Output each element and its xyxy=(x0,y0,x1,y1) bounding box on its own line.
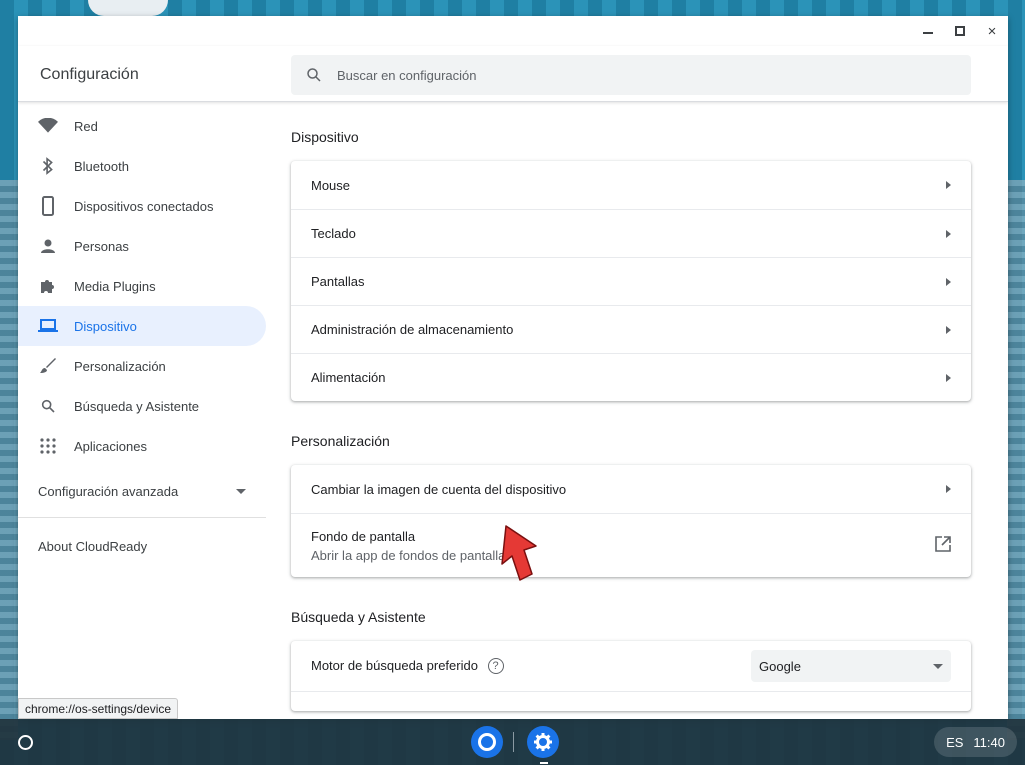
device-row-storage[interactable]: Administración de almacenamiento xyxy=(291,305,971,353)
maximize-icon xyxy=(955,26,965,36)
settings-main: Dispositivo Mouse Teclado Pantallas Admi… xyxy=(291,103,971,719)
search-input[interactable] xyxy=(337,67,937,83)
settings-header: Configuración xyxy=(18,46,1008,102)
sidebar-item-personalization[interactable]: Personalización xyxy=(18,346,266,386)
device-row-keyboard[interactable]: Teclado xyxy=(291,209,971,257)
search-box[interactable] xyxy=(291,55,971,95)
brush-icon xyxy=(38,356,58,376)
sidebar-advanced-toggle[interactable]: Configuración avanzada xyxy=(18,466,266,518)
minimize-button[interactable] xyxy=(912,20,944,42)
sidebar-item-label: Bluetooth xyxy=(74,158,129,174)
sidebar-item-people[interactable]: Personas xyxy=(18,226,266,266)
row-label: Motor de búsqueda preferido xyxy=(311,657,478,673)
titlebar: × xyxy=(18,16,1008,46)
chevron-down-icon xyxy=(933,663,943,669)
chevron-right-icon xyxy=(946,373,951,382)
wallpaper-cloud xyxy=(88,0,168,16)
window-controls: × xyxy=(912,20,1008,42)
row-label: Alimentación xyxy=(311,370,386,385)
sidebar-item-device[interactable]: Dispositivo xyxy=(18,306,266,346)
sidebar-item-label: Búsqueda y Asistente xyxy=(74,398,200,414)
search-assistant-row-next xyxy=(291,691,971,711)
tray-time: 11:40 xyxy=(973,734,1005,750)
row-sublabel: Abrir la app de fondos de pantalla xyxy=(311,547,506,563)
sidebar-item-about[interactable]: About CloudReady xyxy=(18,518,274,574)
row-label: Fondo de pantalla xyxy=(311,528,416,544)
sidebar-about-label: About CloudReady xyxy=(38,538,148,554)
close-button[interactable]: × xyxy=(976,20,1008,42)
chevron-right-icon xyxy=(946,229,951,238)
sidebar-advanced-label: Configuración avanzada xyxy=(38,484,179,499)
sidebar-item-red[interactable]: Red xyxy=(18,106,266,146)
row-label: Teclado xyxy=(311,226,356,241)
sidebar-item-search-assistant[interactable]: Búsqueda y Asistente xyxy=(18,386,266,426)
sidebar-item-label: Aplicaciones xyxy=(74,438,147,454)
sidebar-item-label: Personas xyxy=(74,238,129,254)
settings-window: × Configuración Red Bluetooth xyxy=(18,16,1008,719)
row-label: Pantallas xyxy=(311,274,365,289)
shelf-app-chrome[interactable] xyxy=(471,726,503,758)
search-icon xyxy=(305,66,323,84)
search-icon xyxy=(38,396,58,416)
status-tray[interactable]: ES 11:40 xyxy=(934,727,1017,757)
section-title-device: Dispositivo xyxy=(291,129,359,145)
gear-icon xyxy=(534,733,552,751)
sidebar-item-bluetooth[interactable]: Bluetooth xyxy=(18,146,266,186)
search-assistant-card: Motor de búsqueda preferido ? Google xyxy=(291,641,971,711)
person-icon xyxy=(38,236,58,256)
active-app-indicator xyxy=(540,762,548,764)
row-label: Cambiar la imagen de cuenta del disposit… xyxy=(311,481,567,497)
row-label: Mouse xyxy=(311,177,351,193)
chevron-down-icon xyxy=(236,489,246,494)
personalization-card: Cambiar la imagen de cuenta del disposit… xyxy=(291,465,971,577)
sidebar-item-label: Media Plugins xyxy=(74,278,156,294)
apps-grid-icon xyxy=(38,436,58,456)
launcher-button[interactable] xyxy=(18,735,33,750)
chevron-right-icon xyxy=(946,325,951,334)
personalization-row-wallpaper[interactable]: Fondo de pantalla Abrir la app de fondos… xyxy=(291,513,971,577)
maximize-button[interactable] xyxy=(944,20,976,42)
laptop-icon xyxy=(38,316,58,336)
sidebar-item-label: Dispositivos conectados xyxy=(74,198,214,214)
personalization-row-account-image[interactable]: Cambiar la imagen de cuenta del disposit… xyxy=(291,465,971,513)
device-card: Mouse Teclado Pantallas Administración d… xyxy=(291,161,971,401)
section-title-personalization: Personalización xyxy=(291,433,390,449)
search-engine-select[interactable]: Google xyxy=(751,650,951,682)
device-row-displays[interactable]: Pantallas xyxy=(291,257,971,305)
open-external-icon[interactable] xyxy=(935,536,951,555)
puzzle-icon xyxy=(38,276,58,296)
sidebar-item-label: Dispositivo xyxy=(74,318,137,334)
shelf-app-settings[interactable] xyxy=(527,726,559,758)
row-label: Administración de almacenamiento xyxy=(311,322,514,337)
close-icon: × xyxy=(987,22,997,40)
help-icon[interactable]: ? xyxy=(487,658,504,675)
sidebar-item-media-plugins[interactable]: Media Plugins xyxy=(18,266,266,306)
sidebar-item-apps[interactable]: Aplicaciones xyxy=(18,426,266,466)
section-title-search-assistant: Búsqueda y Asistente xyxy=(291,609,426,625)
select-value: Google xyxy=(759,658,801,674)
wallpaper-building-left xyxy=(0,180,18,740)
bluetooth-icon xyxy=(38,156,58,176)
minimize-icon xyxy=(923,32,933,34)
tray-language: ES xyxy=(946,734,964,750)
wifi-icon xyxy=(38,116,58,136)
sidebar-item-label: Red xyxy=(74,118,98,134)
status-url-tooltip: chrome://os-settings/device xyxy=(18,698,179,719)
search-engine-row: Motor de búsqueda preferido ? Google xyxy=(291,641,971,691)
sidebar: Red Bluetooth Dispositivos conectados Pe… xyxy=(18,103,274,719)
app-title: Configuración xyxy=(40,66,139,83)
chevron-right-icon xyxy=(946,277,951,286)
chevron-right-icon xyxy=(946,181,951,189)
annotation-arrow-icon xyxy=(501,525,537,581)
shelf-divider xyxy=(513,732,514,752)
sidebar-item-connected-devices[interactable]: Dispositivos conectados xyxy=(18,186,266,226)
device-row-power[interactable]: Alimentación xyxy=(291,353,971,401)
chevron-right-icon xyxy=(946,485,951,493)
chrome-icon xyxy=(478,733,496,751)
device-row-mouse[interactable]: Mouse xyxy=(291,161,971,209)
os-shelf: ES 11:40 xyxy=(0,719,1025,765)
sidebar-item-label: Personalización xyxy=(74,358,166,374)
wallpaper-building-right xyxy=(1007,180,1025,740)
phone-icon xyxy=(38,196,58,216)
